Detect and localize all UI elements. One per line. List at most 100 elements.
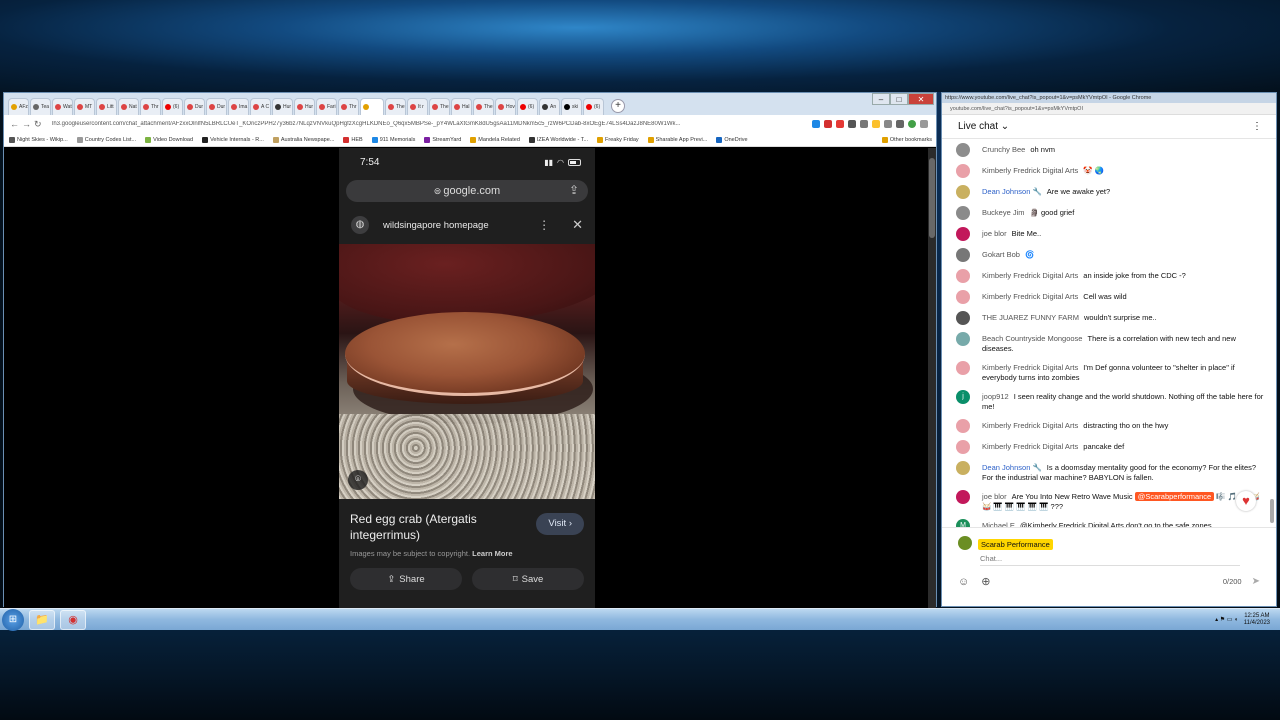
more-options-icon[interactable]: ⋮ bbox=[538, 218, 550, 232]
chat-author[interactable]: THE JUAREZ FUNNY FARM bbox=[982, 313, 1079, 322]
avatar[interactable] bbox=[956, 248, 970, 262]
reload-icon[interactable]: ↻ bbox=[34, 119, 46, 130]
extension-icon[interactable] bbox=[836, 120, 844, 128]
avatar[interactable] bbox=[956, 206, 970, 220]
avatar[interactable] bbox=[956, 290, 970, 304]
other-bookmarks[interactable]: Other bookmarks bbox=[881, 136, 932, 143]
browser-tab[interactable]: Ima bbox=[228, 98, 249, 115]
new-tab-button[interactable]: + bbox=[611, 99, 625, 113]
bookmark-item[interactable]: 911 Memorials bbox=[371, 136, 415, 143]
bookmark-item[interactable]: Night Skies - Wikip... bbox=[9, 136, 68, 143]
bookmark-item[interactable]: StreamYard bbox=[424, 136, 461, 143]
browser-tab[interactable] bbox=[360, 98, 384, 115]
browser-tab[interactable]: Litt bbox=[96, 98, 117, 115]
browser-tab[interactable]: Thr bbox=[338, 98, 359, 115]
chat-author[interactable]: Gokart Bob bbox=[982, 250, 1020, 259]
browser-tab[interactable]: Hov bbox=[495, 98, 516, 115]
avatar[interactable] bbox=[956, 361, 970, 375]
chat-message[interactable]: Dean Johnson 🔧 Is a doomsday mentality go… bbox=[956, 461, 1264, 483]
browser-tab[interactable]: Nat bbox=[118, 98, 139, 115]
browser-tab[interactable]: Hur bbox=[294, 98, 315, 115]
chat-message[interactable]: Kimberly Fredrick Digital Arts Cell was w… bbox=[956, 290, 1264, 304]
avatar[interactable]: M bbox=[956, 519, 970, 527]
avatar[interactable] bbox=[956, 332, 970, 346]
bookmark-item[interactable]: Sharable App Previ... bbox=[647, 136, 707, 143]
chat-author[interactable]: Kimberly Fredrick Digital Arts bbox=[982, 363, 1078, 372]
browser-tab[interactable]: A C bbox=[250, 98, 271, 115]
chat-message[interactable]: Crunchy Bee oh nvm bbox=[956, 143, 1264, 157]
browser-tab[interactable]: Tea bbox=[30, 98, 51, 115]
tray-icons[interactable]: ▴ ⚑ ▭ ◖ bbox=[1215, 616, 1238, 623]
avatar[interactable] bbox=[956, 490, 970, 504]
maximize-button[interactable]: □ bbox=[890, 93, 908, 105]
page-scrollbar[interactable] bbox=[928, 148, 936, 608]
clock[interactable]: 12:25 AM 11/4/2023 bbox=[1244, 613, 1270, 627]
browser-tab[interactable]: An bbox=[539, 98, 560, 115]
chat-author[interactable]: Crunchy Bee bbox=[982, 145, 1025, 154]
avatar[interactable] bbox=[956, 143, 970, 157]
live-chat-dropdown[interactable]: Live chat ⌄ bbox=[958, 121, 1009, 132]
sidepanel-icon[interactable] bbox=[896, 120, 904, 128]
avatar[interactable] bbox=[956, 227, 970, 241]
url-text[interactable]: lh3.googleusercontent.com/chat_attachmen… bbox=[52, 121, 808, 127]
chat-scrollbar[interactable] bbox=[1270, 499, 1274, 523]
share-button[interactable]: ⇪ Share bbox=[350, 568, 462, 590]
bookmark-item[interactable]: Country Codes List... bbox=[76, 136, 136, 143]
menu-icon[interactable] bbox=[920, 120, 928, 128]
browser-tab[interactable]: (6) bbox=[162, 98, 183, 115]
chat-author[interactable]: Kimberly Fredrick Digital Arts bbox=[982, 271, 1078, 280]
browser-tab[interactable]: Dur bbox=[184, 98, 205, 115]
chat-url-bar[interactable]: youtube.com/live_chat?is_popout=1&v=psMk… bbox=[942, 103, 1276, 115]
bookmark-item[interactable]: Freaky Friday bbox=[597, 136, 639, 143]
browser-tab[interactable]: Wat bbox=[52, 98, 73, 115]
visit-button[interactable]: Visit › bbox=[536, 513, 584, 535]
chrome-icon[interactable]: ◉ bbox=[60, 609, 86, 630]
chat-author[interactable]: joop912 bbox=[982, 392, 1009, 401]
browser-tab[interactable]: It r bbox=[407, 98, 428, 115]
avatar[interactable] bbox=[956, 185, 970, 199]
browser-tab[interactable]: The bbox=[473, 98, 494, 115]
browser-tab[interactable]: (6) bbox=[517, 98, 538, 115]
minimize-button[interactable]: – bbox=[872, 93, 890, 105]
extension-icon[interactable] bbox=[860, 120, 868, 128]
browser-tab[interactable]: ski bbox=[561, 98, 582, 115]
browser-tab[interactable]: Thr bbox=[140, 98, 161, 115]
chat-message[interactable]: THE JUAREZ FUNNY FARM wouldn't surprise m… bbox=[956, 311, 1264, 325]
extension-icon[interactable] bbox=[812, 120, 820, 128]
bookmark-item[interactable]: Video Download bbox=[145, 136, 193, 143]
browser-tab[interactable]: The bbox=[385, 98, 406, 115]
avatar[interactable] bbox=[956, 311, 970, 325]
add-icon[interactable]: ⊕ bbox=[981, 575, 990, 588]
chat-author[interactable]: joe blor bbox=[982, 492, 1007, 501]
extension-icon[interactable] bbox=[872, 120, 880, 128]
chat-message[interactable]: Kimberly Fredrick Digital Arts distractin… bbox=[956, 419, 1264, 433]
chat-message[interactable]: joe blor Are You Into New Retro Wave Musi… bbox=[956, 490, 1264, 512]
browser-tab[interactable]: The bbox=[429, 98, 450, 115]
puzzle-icon[interactable] bbox=[884, 120, 892, 128]
chat-message[interactable]: joe blor Bite Me.. bbox=[956, 227, 1264, 241]
phone-url-bar[interactable]: ⊜ google.com ⇪ bbox=[346, 180, 588, 202]
bookmark-item[interactable]: IZEA Worldwide - T... bbox=[528, 136, 588, 143]
browser-tab[interactable]: Fari bbox=[316, 98, 337, 115]
emoji-icon[interactable]: ☺ bbox=[958, 576, 969, 588]
chat-author[interactable]: Kimberly Fredrick Digital Arts bbox=[982, 442, 1078, 451]
chat-message[interactable]: Gokart Bob 🌀 bbox=[956, 248, 1264, 262]
browser-tab[interactable]: Dur bbox=[206, 98, 227, 115]
share-icon[interactable]: ⇪ bbox=[569, 183, 579, 197]
chat-message[interactable]: Kimberly Fredrick Digital Arts I'm Def go… bbox=[956, 361, 1264, 383]
browser-tab[interactable]: (6) bbox=[583, 98, 604, 115]
forward-icon[interactable]: → bbox=[22, 119, 34, 129]
avatar[interactable] bbox=[956, 419, 970, 433]
bookmark-item[interactable]: Australia Newspape... bbox=[272, 136, 334, 143]
bookmark-item[interactable]: Mandela Related bbox=[470, 136, 520, 143]
learn-more-link[interactable]: Learn More bbox=[472, 549, 512, 558]
close-window-button[interactable]: ✕ bbox=[908, 93, 934, 105]
browser-tab[interactable]: AFz bbox=[8, 98, 29, 115]
close-icon[interactable]: ✕ bbox=[572, 217, 583, 233]
chat-message[interactable]: Buckeye Jim 🗿 good grief bbox=[956, 206, 1264, 220]
browser-tab[interactable]: Hur bbox=[272, 98, 293, 115]
avatar[interactable] bbox=[956, 269, 970, 283]
chat-message[interactable]: j joop912 I seen reality change and the wo… bbox=[956, 390, 1264, 412]
chat-author[interactable]: Kimberly Fredrick Digital Arts bbox=[982, 421, 1078, 430]
chat-author[interactable]: joe blor bbox=[982, 229, 1007, 238]
